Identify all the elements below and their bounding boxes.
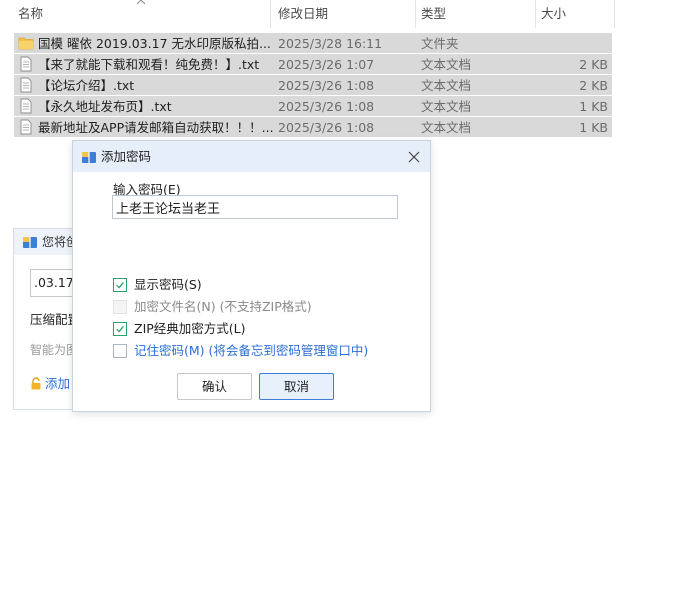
file-date: 2025/3/26 1:08 <box>278 78 375 93</box>
add-password-label: 添加 <box>45 376 71 391</box>
archive-app-icon <box>23 237 37 248</box>
column-size-label: 大小 <box>541 6 567 21</box>
dialog-titlebar[interactable]: 添加密码 <box>73 141 430 172</box>
file-type: 文本文档 <box>421 57 472 72</box>
file-row-txt[interactable]: 【论坛介绍】.txt 2025/3/26 1:08 文本文档 2 KB <box>14 75 612 96</box>
show-password-label: 显示密码(S) <box>134 277 202 292</box>
close-icon[interactable] <box>404 147 424 167</box>
text-file-icon <box>20 56 32 72</box>
checkbox-disabled-icon <box>113 300 127 314</box>
file-row-txt[interactable]: 【永久地址发布页】.txt 2025/3/26 1:08 文本文档 1 KB <box>14 96 612 117</box>
file-date: 2025/3/26 1:08 <box>278 120 375 135</box>
archive-app-icon <box>82 152 96 163</box>
checkbox-unchecked-icon <box>113 344 127 358</box>
file-date: 2025/3/26 1:08 <box>278 99 375 114</box>
checkbox-checked-icon <box>113 322 127 336</box>
column-header-type[interactable]: 类型 <box>416 0 536 28</box>
confirm-button-label: 确认 <box>201 379 227 394</box>
smart-mode-label: 智能为图 <box>30 343 79 357</box>
file-type: 文件夹 <box>421 36 459 51</box>
text-file-icon <box>20 77 32 93</box>
text-file-icon <box>20 119 32 135</box>
file-type: 文本文档 <box>421 120 472 135</box>
file-list-header: 名称 修改日期 类型 大小 <box>0 0 615 28</box>
file-name: 【来了就能下载和观看！纯免费！】.txt <box>38 57 260 72</box>
file-date: 2025/3/26 1:07 <box>278 57 375 72</box>
column-name-label: 名称 <box>18 6 44 21</box>
lock-icon <box>31 377 41 390</box>
dialog-title: 添加密码 <box>101 149 152 164</box>
folder-icon <box>18 37 34 50</box>
zip-classic-label: ZIP经典加密方式(L) <box>134 321 246 336</box>
file-name: 【论坛介绍】.txt <box>38 78 135 93</box>
file-row-txt[interactable]: 【来了就能下载和观看！纯免费！】.txt 2025/3/26 1:07 文本文档… <box>14 54 612 75</box>
file-size: 2 KB <box>579 57 608 72</box>
file-name: 国模 曜依 2019.03.17 无水印原版私拍... <box>38 36 271 51</box>
file-date: 2025/3/28 16:11 <box>278 36 383 51</box>
file-name: 最新地址及APP请发邮箱自动获取！！！.... <box>38 120 274 135</box>
add-password-dialog: 添加密码 输入密码(E) 显示密码(S) 加密文件名(N) (不支持ZIP格式)… <box>72 140 431 412</box>
file-row-txt[interactable]: 最新地址及APP请发邮箱自动获取！！！.... 2025/3/26 1:08 文… <box>14 117 612 138</box>
file-size: 1 KB <box>579 99 608 114</box>
encrypt-filenames-label: 加密文件名(N) (不支持ZIP格式) <box>134 299 312 314</box>
text-file-icon <box>20 98 32 114</box>
remember-password-label: 记住密码(M) (将会备忘到密码管理窗口中) <box>134 343 369 358</box>
column-header-size[interactable]: 大小 <box>536 0 615 28</box>
file-size: 2 KB <box>579 78 608 93</box>
cancel-button[interactable]: 取消 <box>259 373 334 400</box>
file-size <box>534 33 608 54</box>
add-password-link[interactable]: 添加 <box>30 373 70 392</box>
file-row-folder[interactable]: 国模 曜依 2019.03.17 无水印原版私拍... 2025/3/28 16… <box>14 33 612 54</box>
column-date-label: 修改日期 <box>278 6 329 21</box>
confirm-button[interactable]: 确认 <box>177 373 252 400</box>
column-type-label: 类型 <box>421 6 447 21</box>
file-type: 文本文档 <box>421 99 472 114</box>
file-name: 【永久地址发布页】.txt <box>38 99 172 114</box>
cancel-button-label: 取消 <box>283 379 309 394</box>
sort-ascending-icon <box>136 0 146 5</box>
column-header-date[interactable]: 修改日期 <box>273 0 416 28</box>
checkbox-checked-icon <box>113 278 127 292</box>
password-input[interactable] <box>112 195 398 219</box>
file-type: 文本文档 <box>421 78 472 93</box>
file-size: 1 KB <box>579 120 608 135</box>
archive-name-value: .03.17 <box>34 275 74 290</box>
